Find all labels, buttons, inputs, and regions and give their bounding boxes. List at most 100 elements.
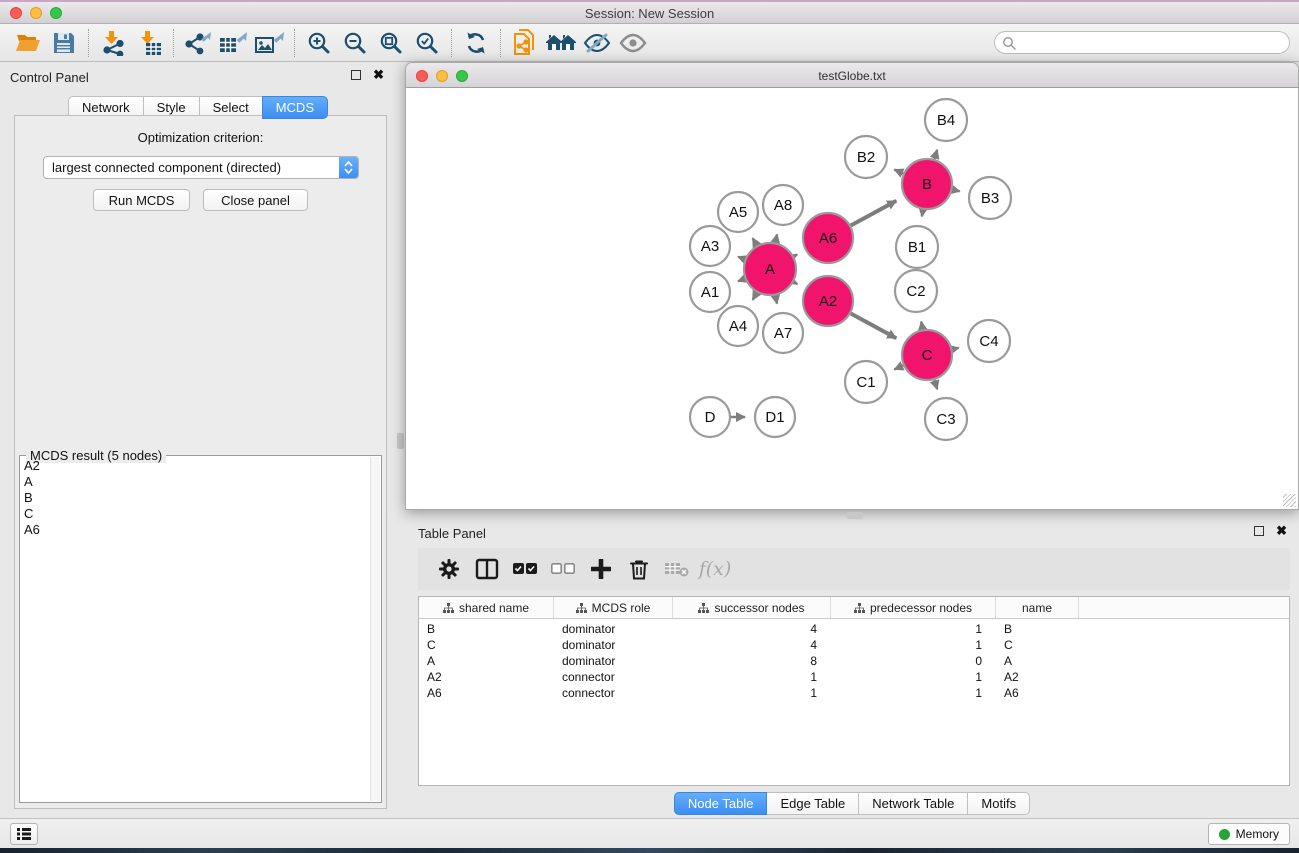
graph-edge-A-A6[interactable] bbox=[794, 254, 797, 256]
new-network-from-file-button[interactable] bbox=[507, 27, 543, 59]
graph-node-A7[interactable]: A7 bbox=[763, 313, 803, 353]
mcds-result-item[interactable]: A2 bbox=[24, 458, 369, 474]
deselect-all-columns-button[interactable] bbox=[546, 552, 580, 586]
table-cell[interactable]: connector bbox=[554, 685, 673, 701]
export-image-button[interactable] bbox=[252, 27, 288, 59]
graph-edge-C-C1[interactable] bbox=[894, 366, 903, 370]
hide-details-button[interactable] bbox=[579, 27, 615, 59]
table-tab-node-table[interactable]: Node Table bbox=[674, 792, 768, 815]
table-cell[interactable]: A bbox=[419, 653, 554, 669]
graph-node-A1[interactable]: A1 bbox=[690, 272, 730, 312]
tab-mcds[interactable]: MCDS bbox=[262, 96, 328, 119]
table-cell[interactable]: 4 bbox=[673, 619, 831, 637]
graph-edge-A-A8[interactable] bbox=[775, 234, 777, 242]
graph-edge-A-A3[interactable] bbox=[738, 257, 745, 260]
table-cell[interactable]: A6 bbox=[419, 685, 554, 701]
table-tab-network-table[interactable]: Network Table bbox=[858, 792, 968, 815]
graph-edge-A-A5[interactable] bbox=[753, 238, 757, 245]
table-row[interactable]: Adominator80A bbox=[419, 653, 1289, 669]
graph-node-B1[interactable]: B1 bbox=[896, 226, 938, 268]
network-canvas[interactable]: B4B2BB3A5A8A6B1A3AA1C2A2A4A7C4CC1C3DD1 bbox=[405, 88, 1299, 510]
import-table-button[interactable] bbox=[131, 27, 167, 59]
mcds-result-list[interactable]: A2ABCA6 bbox=[24, 458, 369, 800]
graph-node-A6[interactable]: A6 bbox=[803, 213, 853, 263]
zoom-fit-button[interactable] bbox=[373, 27, 409, 59]
table-splitter[interactable] bbox=[405, 510, 1299, 520]
show-all-networks-button[interactable] bbox=[543, 27, 579, 59]
close-table-panel-icon[interactable]: ✖ bbox=[1276, 526, 1287, 536]
open-file-button[interactable] bbox=[10, 27, 46, 59]
table-tab-edge-table[interactable]: Edge Table bbox=[766, 792, 859, 815]
table-cell[interactable]: C bbox=[419, 637, 554, 653]
table-cell[interactable]: B bbox=[419, 619, 554, 637]
memory-button[interactable]: Memory bbox=[1208, 823, 1290, 845]
table-row[interactable]: A2connector11A2 bbox=[419, 669, 1289, 685]
graph-node-A8[interactable]: A8 bbox=[763, 185, 803, 225]
table-cell[interactable]: A2 bbox=[996, 669, 1079, 685]
graph-edge-B-B3[interactable] bbox=[952, 190, 959, 192]
table-cell[interactable]: 1 bbox=[831, 619, 996, 637]
refresh-button[interactable] bbox=[458, 27, 494, 59]
graph-node-C2[interactable]: C2 bbox=[895, 270, 937, 312]
table-cell[interactable]: 1 bbox=[673, 685, 831, 701]
graph-edge-A2-C[interactable] bbox=[851, 313, 896, 338]
search-input[interactable] bbox=[1016, 34, 1289, 52]
column-header-predecessor-nodes[interactable]: predecessor nodes bbox=[831, 597, 996, 618]
graph-edge-B-B4[interactable] bbox=[934, 150, 937, 159]
delete-column-button[interactable] bbox=[622, 552, 656, 586]
table-cell[interactable]: 8 bbox=[673, 653, 831, 669]
zoom-in-button[interactable] bbox=[301, 27, 337, 59]
show-columns-button[interactable] bbox=[470, 552, 504, 586]
table-cell[interactable]: dominator bbox=[554, 653, 673, 669]
table-cell[interactable]: 0 bbox=[831, 653, 996, 669]
table-cell[interactable]: A bbox=[996, 653, 1079, 669]
mcds-result-item[interactable]: B bbox=[24, 490, 369, 506]
table-cell[interactable]: 1 bbox=[831, 669, 996, 685]
table-cell[interactable]: 1 bbox=[831, 685, 996, 701]
table-row[interactable]: Bdominator41B bbox=[419, 619, 1289, 637]
create-column-button[interactable] bbox=[584, 552, 618, 586]
show-details-button[interactable] bbox=[615, 27, 651, 59]
graph-node-A2[interactable]: A2 bbox=[803, 276, 853, 326]
float-panel-icon[interactable] bbox=[351, 70, 361, 80]
graph-node-C3[interactable]: C3 bbox=[925, 398, 967, 440]
graph-node-C4[interactable]: C4 bbox=[968, 320, 1010, 362]
graph-node-C1[interactable]: C1 bbox=[845, 361, 887, 403]
table-cell[interactable]: 1 bbox=[673, 669, 831, 685]
export-network-button[interactable] bbox=[180, 27, 216, 59]
table-tab-motifs[interactable]: Motifs bbox=[967, 792, 1030, 815]
graph-node-A[interactable]: A bbox=[744, 243, 796, 295]
mcds-result-item[interactable]: C bbox=[24, 506, 369, 522]
column-header-MCDS-role[interactable]: MCDS role bbox=[554, 597, 673, 618]
graph-node-B2[interactable]: B2 bbox=[845, 136, 887, 178]
graph-node-C[interactable]: C bbox=[902, 330, 952, 380]
network-window-titlebar[interactable]: testGlobe.txt bbox=[405, 62, 1299, 88]
table-cell[interactable]: dominator bbox=[554, 619, 673, 637]
close-panel-icon[interactable]: ✖ bbox=[373, 70, 384, 80]
column-header-shared-name[interactable]: shared name bbox=[419, 597, 554, 618]
graph-node-A3[interactable]: A3 bbox=[690, 226, 730, 266]
select-all-columns-button[interactable] bbox=[508, 552, 542, 586]
zoom-out-button[interactable] bbox=[337, 27, 373, 59]
table-row[interactable]: Cdominator41C bbox=[419, 637, 1289, 653]
save-session-button[interactable] bbox=[46, 27, 82, 59]
graph-node-D1[interactable]: D1 bbox=[755, 397, 795, 437]
optimization-criterion-select[interactable]: largest connected component (directed) bbox=[43, 156, 359, 179]
splitter-grip[interactable] bbox=[397, 433, 404, 449]
graph-node-B4[interactable]: B4 bbox=[925, 99, 967, 141]
table-cell[interactable]: C bbox=[996, 637, 1079, 653]
table-cell[interactable]: 1 bbox=[831, 637, 996, 653]
graph-node-A5[interactable]: A5 bbox=[718, 192, 758, 232]
export-table-button[interactable] bbox=[216, 27, 252, 59]
graph-edge-A6-B[interactable] bbox=[851, 201, 896, 226]
splitter-grip[interactable] bbox=[847, 512, 863, 519]
task-history-button[interactable] bbox=[10, 823, 38, 845]
table-cell[interactable]: dominator bbox=[554, 637, 673, 653]
mcds-result-item[interactable]: A bbox=[24, 474, 369, 490]
graph-edge-B-B1[interactable] bbox=[922, 210, 923, 217]
graph-node-D[interactable]: D bbox=[690, 397, 730, 437]
mcds-result-item[interactable]: A6 bbox=[24, 522, 369, 538]
import-network-button[interactable] bbox=[95, 27, 131, 59]
column-header-name[interactable]: name bbox=[996, 597, 1079, 618]
panel-splitter[interactable] bbox=[396, 62, 405, 818]
